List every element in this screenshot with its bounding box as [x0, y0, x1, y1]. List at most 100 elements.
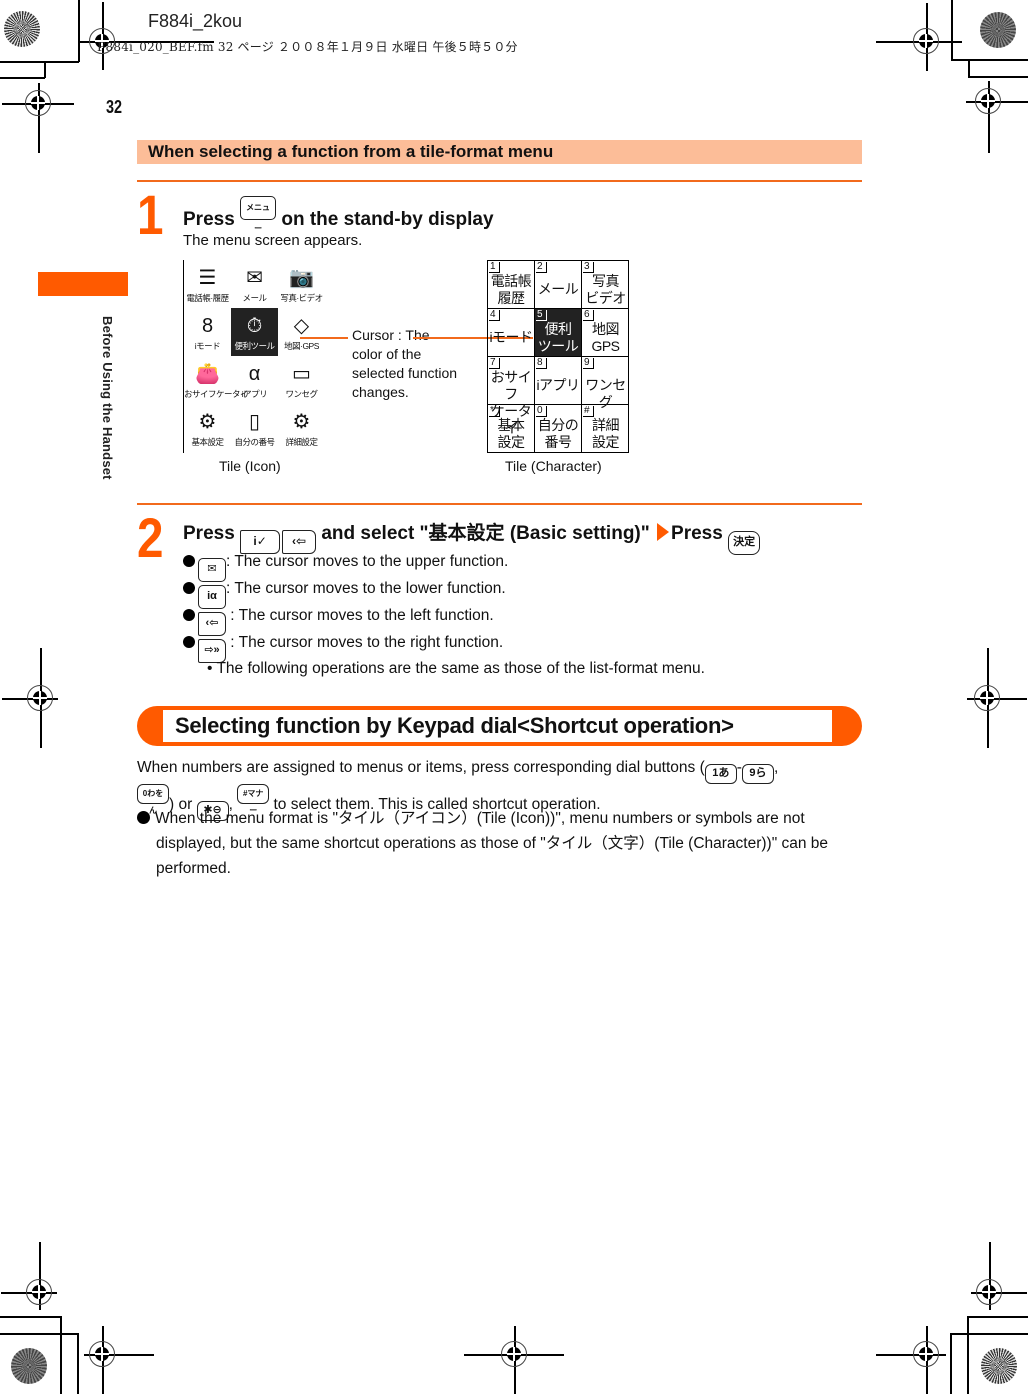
crop-line: [60, 1316, 62, 1394]
advanced-settings-icon: ⚙: [292, 411, 311, 433]
divider: [137, 503, 862, 505]
tile-icon-label: おサイフケータイ: [184, 389, 249, 399]
tile-icon-label: メール: [242, 293, 267, 303]
tile-number-badge: #: [583, 406, 594, 417]
tile-character-item[interactable]: 4 iモード: [488, 309, 535, 357]
step-title-press2: Press: [671, 523, 723, 544]
note-text: The following operations are the same as…: [216, 660, 705, 677]
tile-character-menu: 1 電話帳 履歴 2 メール 3 写真 ビデオ 4 iモード 5 便利 ツール 6 地図 GPS 7 おサ…: [487, 260, 629, 453]
wallet-icon: 👛: [195, 363, 220, 385]
tile-icon-item[interactable]: ▭ ワンセグ: [278, 356, 325, 404]
tile-icon-item[interactable]: ⏱ 便利ツール: [231, 308, 278, 356]
file-meta: F884i_020_BEF.fm 32 ページ ２００８年１月９日 水曜日 午後…: [97, 40, 518, 54]
note: • The following operations are the same …: [207, 660, 705, 678]
navigation-bullet: iα: The cursor moves to the lower functi…: [183, 580, 506, 609]
crop-line: [968, 76, 1028, 78]
tile-character-label: 詳細 設定: [592, 417, 620, 450]
crop-line: [950, 1333, 1028, 1335]
color-bar-starburst-icon: [4, 11, 40, 47]
left-key-icon: ‹⇦: [282, 530, 317, 554]
crop-line: [0, 61, 79, 63]
tile-character-item[interactable]: # 詳細 設定: [582, 405, 629, 453]
section-header: When selecting a function from a tile-fo…: [137, 140, 862, 164]
tile-number-badge: 2: [536, 262, 547, 273]
bullet-dot-icon: [183, 582, 195, 594]
phonebook-icon: ☰: [198, 267, 217, 289]
tile-character-label: 基本 設定: [497, 417, 526, 450]
tile-icon-item[interactable]: ⚙ 基本設定: [184, 404, 231, 452]
tile-character-item[interactable]: 3 写真 ビデオ: [582, 261, 629, 309]
tile-number-badge: 0: [536, 406, 547, 417]
key-1-icon: 1あ: [704, 764, 737, 784]
tile-number-badge: 3: [583, 262, 594, 273]
tile-character-label: メール: [537, 281, 579, 297]
tile-icon-item[interactable]: ▯ 自分の番号: [231, 404, 278, 452]
crop-line: [44, 62, 46, 78]
color-bar-starburst-icon: [981, 1348, 1017, 1384]
tile-icon-item[interactable]: 👛 おサイフケータイ: [184, 356, 249, 404]
step-title: Press i✓ ‹⇦ and select "基本設定 (Basic setti…: [183, 518, 761, 555]
tile-icon-item[interactable]: 📷 写真·ビデオ: [278, 260, 325, 308]
menu-key-icon: メニュー: [240, 196, 277, 233]
tile-icon-label: 便利ツール: [234, 341, 275, 351]
map-gps-icon: ◇: [293, 315, 310, 337]
crop-line: [967, 1316, 1028, 1318]
enter-key-icon: 決定: [728, 531, 761, 555]
tile-character-item[interactable]: 1 電話帳 履歴: [488, 261, 535, 309]
tile-icon-label: iアプリ: [241, 389, 268, 399]
crop-line: [967, 1316, 969, 1394]
tile-number-badge: 4: [489, 310, 500, 321]
navigation-bullet: ⇨» : The cursor moves to the right funct…: [183, 634, 503, 663]
tile-icon-label: ワンセグ: [285, 389, 318, 399]
navigation-bullet: ‹⇦ : The cursor moves to the left functi…: [183, 607, 494, 636]
tile-icon-label: iモード: [194, 341, 221, 351]
crop-line: [0, 1316, 61, 1318]
file-title: F884i_2kou: [148, 11, 243, 31]
step-number: 1: [137, 183, 164, 246]
navigation-bullet: ✉: The cursor moves to the upper functio…: [183, 553, 508, 582]
shortcut-text-a: When numbers are assigned to menus or it…: [137, 759, 705, 776]
tile-character-item[interactable]: 6 地図 GPS: [582, 309, 629, 357]
tile-icon-item[interactable]: ☰ 電話帳·履歴: [184, 260, 231, 308]
phone-icon: ▯: [248, 411, 260, 433]
divider: [137, 180, 862, 182]
tile-icon-label: 写真·ビデオ: [280, 293, 323, 303]
tile-icon-label: 基本設定: [191, 437, 224, 447]
tile-character-item[interactable]: 2 メール: [535, 261, 582, 309]
crop-line: [0, 1333, 78, 1335]
shortcut-bullet: When the menu format is "タイル（アイコン）(Tile …: [137, 806, 867, 881]
crop-line: [0, 77, 45, 79]
mail-icon: ✉: [246, 267, 263, 289]
tile-character-item[interactable]: 9 ワンセグ: [582, 357, 629, 410]
crop-line: [968, 60, 970, 77]
color-bar-starburst-icon: [980, 12, 1016, 48]
tile-character-item[interactable]: * 基本 設定: [488, 405, 535, 453]
tile-character-item[interactable]: 5 便利 ツール: [535, 309, 582, 357]
tile-icon-item[interactable]: ⚙ 詳細設定: [278, 404, 325, 452]
crop-line: [950, 1333, 952, 1394]
color-bar-starburst-icon: [11, 1348, 47, 1384]
tools-icon: ⏱: [246, 315, 263, 337]
tile-number-badge: 6: [583, 310, 594, 321]
step-title-press: Press: [183, 523, 235, 544]
tile-icon-item[interactable]: 8 iモード: [184, 308, 231, 356]
key-0-icon: 0わをん: [137, 784, 169, 815]
tile-character-item[interactable]: 8 iアプリ: [535, 357, 582, 405]
tile-character-caption: Tile (Character): [505, 458, 602, 474]
tile-icon-item[interactable]: α iアプリ: [231, 356, 278, 404]
arrow-right-icon: [657, 523, 670, 541]
shortcut-section-title: Selecting function by Keypad dial<Shortc…: [163, 710, 832, 742]
tile-icon-label: 地図·GPS: [284, 341, 319, 351]
tile-icon-item[interactable]: ◇ 地図·GPS: [278, 308, 325, 356]
crop-line: [77, 1333, 79, 1394]
tile-icon-item[interactable]: ✉ メール: [231, 260, 278, 308]
tile-character-item[interactable]: 7 おサイフ ケータイ: [488, 357, 535, 436]
key-9-icon: 9ら: [741, 764, 774, 784]
step-title: Press メニュー on the stand-by display: [183, 196, 494, 233]
tile-character-item[interactable]: 0 自分の 番号: [535, 405, 582, 453]
step-title-press: Press: [183, 209, 235, 230]
tile-number-badge: 5: [536, 310, 547, 321]
side-tab-marker: [38, 272, 128, 296]
step-title-rest: on the stand-by display: [281, 209, 494, 230]
tile-icon-label: 自分の番号: [234, 437, 275, 447]
